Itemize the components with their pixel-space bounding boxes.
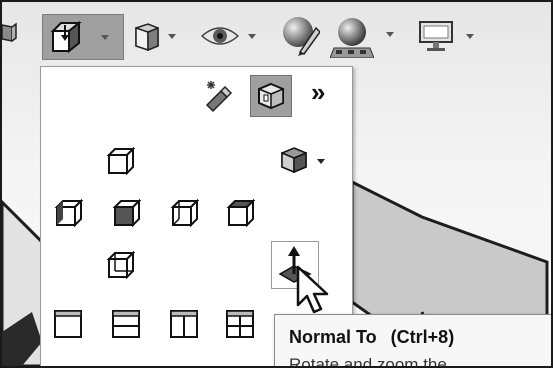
display-style-icon — [132, 20, 162, 52]
tooltip-command-name: Normal To — [289, 327, 377, 347]
single-view-icon[interactable] — [53, 309, 83, 344]
hide-show-items-button[interactable] — [198, 16, 258, 56]
apply-scene-icon — [330, 14, 374, 58]
left-view-icon[interactable] — [53, 197, 85, 234]
expand-flyout-button[interactable]: » — [311, 77, 325, 108]
normal-to-tooltip: Normal To (Ctrl+8) Rotate and zoom the — [274, 314, 551, 368]
view-selector-flashlight-icon[interactable] — [201, 79, 235, 118]
view-cube-selector-icon — [256, 81, 286, 116]
two-view-horizontal-icon[interactable] — [111, 309, 141, 344]
apply-scene-button[interactable] — [328, 12, 398, 58]
tooltip-shortcut: (Ctrl+8) — [390, 327, 455, 347]
view-cube-selector-button[interactable] — [250, 75, 292, 117]
tooltip-title: Normal To (Ctrl+8) — [289, 327, 454, 348]
solidworks-viewport: » Normal To (Ctrl+8) Rotate and zoom the — [0, 0, 553, 368]
chevron-down-icon — [101, 35, 109, 40]
chevron-down-icon — [248, 34, 256, 39]
edit-appearance-button[interactable] — [278, 12, 322, 58]
right-view-icon[interactable] — [169, 197, 201, 234]
bottom-view-icon[interactable] — [225, 197, 257, 234]
chevron-down-icon — [168, 34, 176, 39]
view-orientation-icon — [49, 19, 85, 55]
tooltip-description: Rotate and zoom the — [289, 355, 447, 368]
two-view-vertical-icon[interactable] — [169, 309, 199, 344]
four-view-icon[interactable] — [225, 309, 255, 344]
view-settings-icon — [418, 20, 454, 52]
mouse-cursor-icon — [296, 265, 330, 320]
view-settings-button[interactable] — [416, 16, 480, 56]
view-orientation-button[interactable] — [42, 14, 124, 60]
chevron-down-icon — [466, 34, 474, 39]
hide-show-items-icon — [200, 24, 240, 48]
chevron-down-icon — [386, 32, 394, 37]
top-view-icon[interactable] — [111, 197, 143, 234]
previous-view-icon[interactable] — [2, 20, 18, 46]
isometric-view-icon[interactable] — [279, 145, 327, 182]
display-style-button[interactable] — [130, 16, 178, 56]
back-view-icon[interactable] — [105, 249, 137, 286]
edit-appearance-icon — [280, 14, 320, 56]
front-view-icon[interactable] — [105, 145, 137, 182]
heads-up-view-toolbar — [2, 2, 551, 64]
